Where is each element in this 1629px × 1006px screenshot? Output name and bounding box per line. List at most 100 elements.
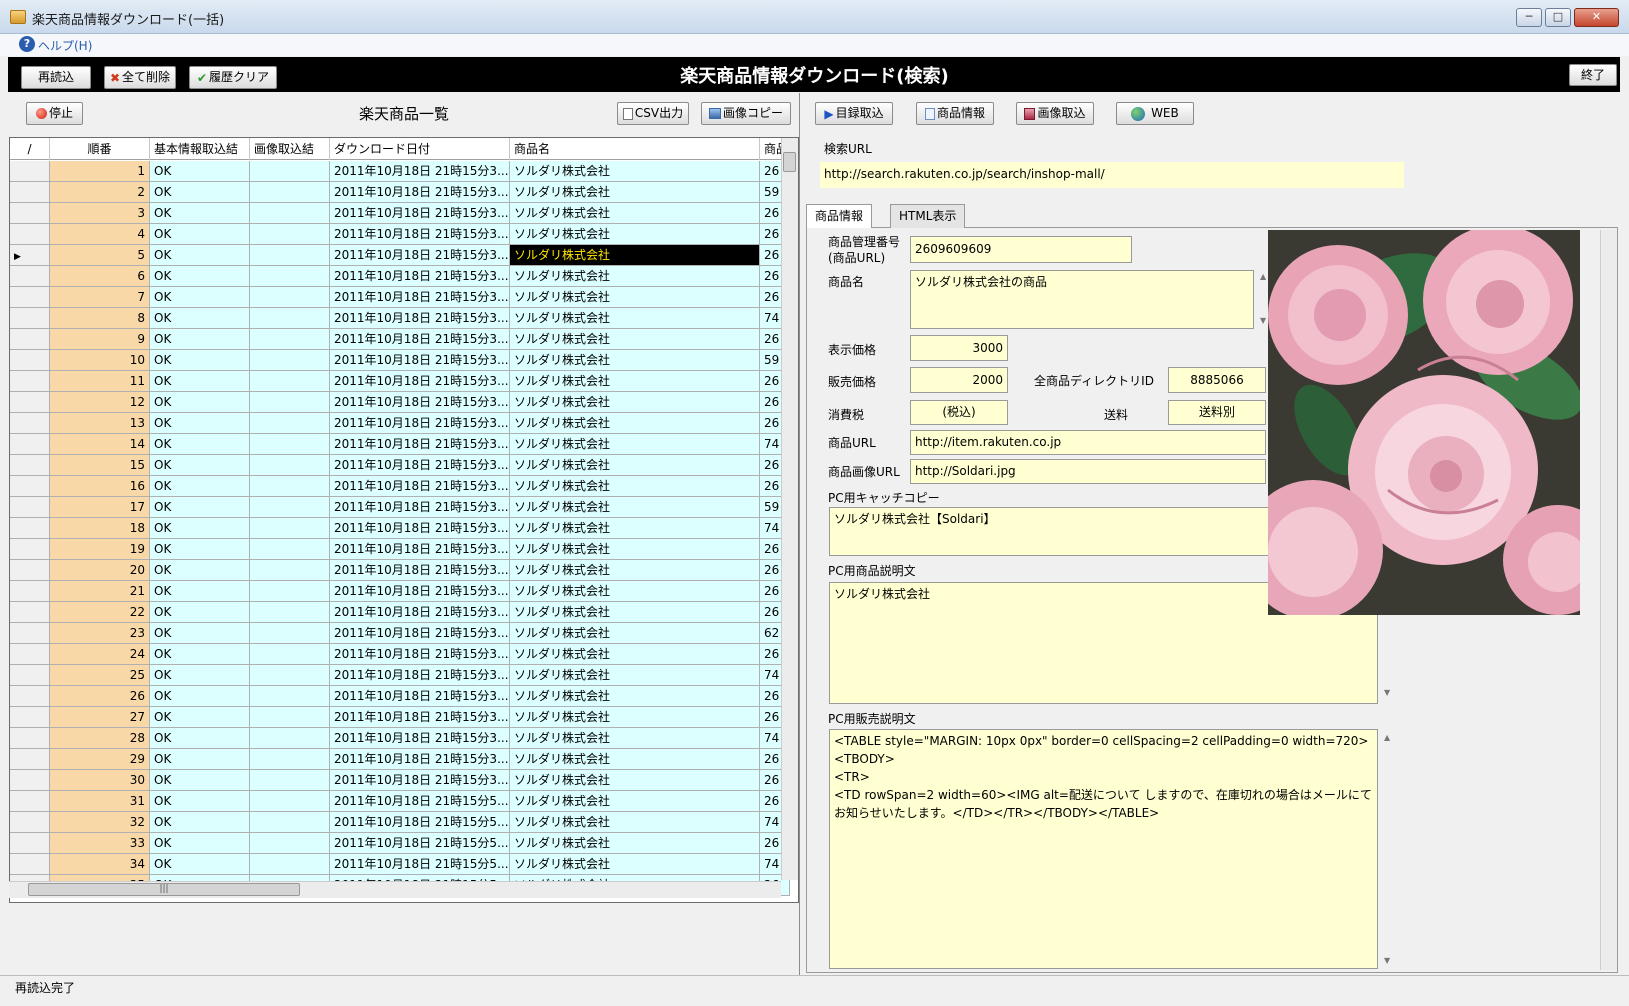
basic-result-cell[interactable]: OK xyxy=(150,434,250,455)
row-selector-cell[interactable] xyxy=(10,854,50,875)
download-date-cell[interactable]: 2011年10月18日 21時15分3... xyxy=(330,665,510,686)
col-header-selector[interactable]: / xyxy=(10,138,50,160)
table-row[interactable]: 23 OK 2011年10月18日 21時15分3... ソルダリ株式会社 62 xyxy=(10,623,790,644)
table-row[interactable]: ▶ 5 OK 2011年10月18日 21時15分3... ソルダリ株式会社 26 xyxy=(10,245,790,266)
col-header-download-date[interactable]: ダウンロード日付 xyxy=(330,138,510,160)
product-name-cell[interactable]: ソルダリ株式会社 xyxy=(510,455,760,476)
order-cell[interactable]: 20 xyxy=(50,560,150,581)
image-result-cell[interactable] xyxy=(250,203,330,224)
basic-result-cell[interactable]: OK xyxy=(150,476,250,497)
basic-result-cell[interactable]: OK xyxy=(150,791,250,812)
download-date-cell[interactable]: 2011年10月18日 21時15分3... xyxy=(330,308,510,329)
mgmt-no-field[interactable]: 2609609609 xyxy=(910,236,1132,263)
order-cell[interactable]: 10 xyxy=(50,350,150,371)
order-cell[interactable]: 18 xyxy=(50,518,150,539)
row-selector-cell[interactable] xyxy=(10,644,50,665)
order-cell[interactable]: 31 xyxy=(50,791,150,812)
image-import-button[interactable]: 画像取込 xyxy=(1016,102,1094,125)
image-result-cell[interactable] xyxy=(250,287,330,308)
order-cell[interactable]: 7 xyxy=(50,287,150,308)
order-cell[interactable]: 4 xyxy=(50,224,150,245)
download-date-cell[interactable]: 2011年10月18日 21時15分3... xyxy=(330,518,510,539)
image-result-cell[interactable] xyxy=(250,245,330,266)
download-date-cell[interactable]: 2011年10月18日 21時15分3... xyxy=(330,728,510,749)
table-row[interactable]: 1 OK 2011年10月18日 21時15分3... ソルダリ株式会社 26 xyxy=(10,161,790,182)
row-selector-cell[interactable] xyxy=(10,413,50,434)
csv-export-button[interactable]: CSV出力 xyxy=(617,102,689,125)
image-result-cell[interactable] xyxy=(250,434,330,455)
image-result-cell[interactable] xyxy=(250,392,330,413)
row-selector-cell[interactable] xyxy=(10,686,50,707)
image-result-cell[interactable] xyxy=(250,623,330,644)
order-cell[interactable]: 25 xyxy=(50,665,150,686)
image-result-cell[interactable] xyxy=(250,497,330,518)
image-url-field[interactable]: http://Soldari.jpg xyxy=(910,459,1266,484)
order-cell[interactable]: 15 xyxy=(50,455,150,476)
table-row[interactable]: 7 OK 2011年10月18日 21時15分3... ソルダリ株式会社 26 xyxy=(10,287,790,308)
table-row[interactable]: 11 OK 2011年10月18日 21時15分3... ソルダリ株式会社 26 xyxy=(10,371,790,392)
image-result-cell[interactable] xyxy=(250,707,330,728)
table-row[interactable]: 21 OK 2011年10月18日 21時15分3... ソルダリ株式会社 26 xyxy=(10,581,790,602)
directory-id-field[interactable]: 8885066 xyxy=(1168,367,1266,393)
download-date-cell[interactable]: 2011年10月18日 21時15分3... xyxy=(330,602,510,623)
product-name-cell[interactable]: ソルダリ株式会社 xyxy=(510,749,760,770)
image-result-cell[interactable] xyxy=(250,371,330,392)
download-date-cell[interactable]: 2011年10月18日 21時15分3... xyxy=(330,581,510,602)
table-row[interactable]: 10 OK 2011年10月18日 21時15分3... ソルダリ株式会社 59 xyxy=(10,350,790,371)
basic-result-cell[interactable]: OK xyxy=(150,854,250,875)
grid-vertical-scroll-thumb[interactable] xyxy=(783,152,796,172)
download-date-cell[interactable]: 2011年10月18日 21時15分3... xyxy=(330,455,510,476)
table-row[interactable]: 25 OK 2011年10月18日 21時15分3... ソルダリ株式会社 74 xyxy=(10,665,790,686)
row-selector-cell[interactable] xyxy=(10,728,50,749)
order-cell[interactable]: 16 xyxy=(50,476,150,497)
scroll-down-icon[interactable]: ▼ xyxy=(1384,956,1390,965)
product-name-cell[interactable]: ソルダリ株式会社 xyxy=(510,476,760,497)
row-selector-cell[interactable] xyxy=(10,665,50,686)
image-result-cell[interactable] xyxy=(250,560,330,581)
tab-product-info[interactable]: 商品情報 xyxy=(806,204,873,229)
row-selector-cell[interactable]: ▶ xyxy=(10,245,50,266)
image-result-cell[interactable] xyxy=(250,770,330,791)
download-date-cell[interactable]: 2011年10月18日 21時15分3... xyxy=(330,770,510,791)
image-result-cell[interactable] xyxy=(250,518,330,539)
product-name-cell[interactable]: ソルダリ株式会社 xyxy=(510,329,760,350)
basic-result-cell[interactable]: OK xyxy=(150,266,250,287)
close-button[interactable]: ✕ xyxy=(1574,8,1619,27)
product-name-cell[interactable]: ソルダリ株式会社 xyxy=(510,623,760,644)
image-result-cell[interactable] xyxy=(250,791,330,812)
order-cell[interactable]: 32 xyxy=(50,812,150,833)
basic-result-cell[interactable]: OK xyxy=(150,812,250,833)
image-result-cell[interactable] xyxy=(250,350,330,371)
order-cell[interactable]: 13 xyxy=(50,413,150,434)
minimize-button[interactable]: ─ xyxy=(1516,8,1542,27)
product-name-cell[interactable]: ソルダリ株式会社 xyxy=(510,686,760,707)
scroll-up-icon[interactable]: ▲ xyxy=(1260,272,1266,281)
row-selector-cell[interactable] xyxy=(10,182,50,203)
product-info-button[interactable]: 商品情報 xyxy=(916,102,994,125)
table-row[interactable]: 14 OK 2011年10月18日 21時15分3... ソルダリ株式会社 74 xyxy=(10,434,790,455)
table-row[interactable]: 13 OK 2011年10月18日 21時15分3... ソルダリ株式会社 26 xyxy=(10,413,790,434)
order-cell[interactable]: 17 xyxy=(50,497,150,518)
image-result-cell[interactable] xyxy=(250,581,330,602)
row-selector-cell[interactable] xyxy=(10,707,50,728)
basic-result-cell[interactable]: OK xyxy=(150,350,250,371)
download-date-cell[interactable]: 2011年10月18日 21時15分3... xyxy=(330,350,510,371)
row-selector-cell[interactable] xyxy=(10,224,50,245)
product-name-field[interactable]: ソルダリ株式会社の商品 xyxy=(910,270,1254,329)
download-date-cell[interactable]: 2011年10月18日 21時15分3... xyxy=(330,182,510,203)
download-date-cell[interactable]: 2011年10月18日 21時15分5... xyxy=(330,791,510,812)
basic-result-cell[interactable]: OK xyxy=(150,329,250,350)
table-row[interactable]: 24 OK 2011年10月18日 21時15分3... ソルダリ株式会社 26 xyxy=(10,644,790,665)
table-row[interactable]: 32 OK 2011年10月18日 21時15分5... ソルダリ株式会社 74 xyxy=(10,812,790,833)
download-date-cell[interactable]: 2011年10月18日 21時15分3... xyxy=(330,497,510,518)
download-date-cell[interactable]: 2011年10月18日 21時15分5... xyxy=(330,833,510,854)
download-date-cell[interactable]: 2011年10月18日 21時15分3... xyxy=(330,707,510,728)
download-date-cell[interactable]: 2011年10月18日 21時15分3... xyxy=(330,539,510,560)
product-name-cell[interactable]: ソルダリ株式会社 xyxy=(510,560,760,581)
order-cell[interactable]: 27 xyxy=(50,707,150,728)
product-name-cell[interactable]: ソルダリ株式会社 xyxy=(510,392,760,413)
download-date-cell[interactable]: 2011年10月18日 21時15分3... xyxy=(330,413,510,434)
col-header-basic-result[interactable]: 基本情報取込結 xyxy=(150,138,250,160)
basic-result-cell[interactable]: OK xyxy=(150,602,250,623)
col-header-order[interactable]: 順番 xyxy=(50,138,150,160)
